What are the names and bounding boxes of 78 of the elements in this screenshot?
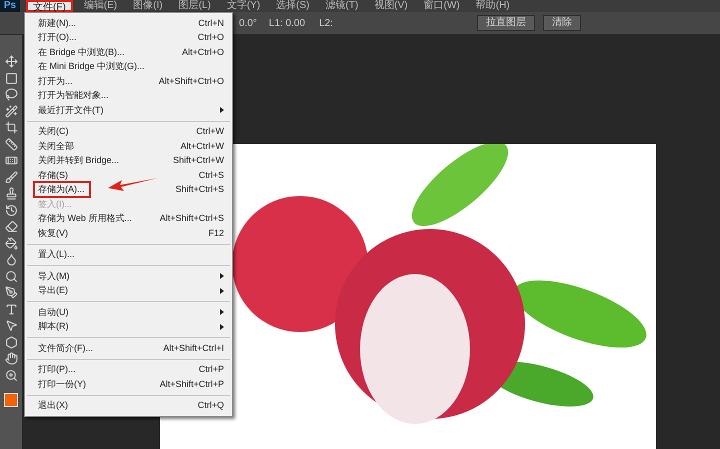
menu-bar-item[interactable]: 滤镜(T)	[320, 0, 364, 12]
menu-bar-item[interactable]: 图层(L)	[174, 0, 216, 12]
shortcut-text: Alt+Ctrl+W	[180, 140, 224, 152]
lasso-icon[interactable]	[4, 88, 18, 101]
option-button[interactable]: 拉直图层	[476, 15, 535, 31]
shortcut-text: Alt+Shift+Ctrl+I	[163, 342, 224, 354]
annotation-arrow	[108, 176, 158, 192]
paint-bucket-icon[interactable]	[4, 236, 18, 250]
eraser-icon[interactable]	[4, 220, 18, 233]
menu-item[interactable]: 存储为 Web 所用格式...	[37, 212, 133, 226]
submenu-arrow-icon	[220, 273, 224, 280]
shortcut-text: Shift+Ctrl+S	[175, 183, 224, 196]
app-logo: Ps	[0, 0, 20, 12]
menu-item[interactable]: 导入(M)	[37, 270, 70, 283]
shortcut-text: Alt+Shift+Ctrl+S	[160, 212, 224, 225]
submenu-arrow-icon	[220, 324, 224, 330]
zoom-icon[interactable]	[4, 368, 18, 382]
shortcut-text: Ctrl+S	[198, 168, 224, 182]
crop-icon[interactable]	[4, 121, 18, 134]
menu-bar-item[interactable]: 选择(S)	[271, 0, 314, 12]
menu-item[interactable]: 打开为智能对象...	[37, 89, 110, 102]
menu-item[interactable]: 置入(L)...	[37, 248, 76, 262]
menu-item[interactable]: 恢复(V)	[37, 226, 69, 240]
bandage-icon[interactable]	[4, 154, 18, 167]
shortcut-text: Alt+Ctrl+O	[182, 46, 224, 58]
history-brush-icon[interactable]	[4, 204, 18, 216]
shortcut-text: Shift+Ctrl+W	[172, 154, 224, 167]
menu-item[interactable]: 最近打开文件(T)	[37, 104, 104, 117]
shortcut-text: Alt+Shift+Ctrl+P	[160, 378, 224, 390]
option-button[interactable]: 清除	[542, 15, 581, 31]
wand-icon[interactable]	[4, 104, 18, 118]
shortcut-text: Ctrl+Q	[198, 399, 224, 412]
menu-bar-item[interactable]: 视图(V)	[369, 0, 413, 12]
shortcut-text: Alt+Shift+Ctrl+O	[158, 74, 224, 88]
shortcut-text: F12	[208, 226, 224, 240]
menu-item[interactable]: 自动(U)	[37, 306, 70, 319]
menu-item[interactable]: 打印一份(Y)	[37, 378, 87, 391]
menu-item[interactable]: 关闭全部	[37, 140, 75, 153]
menu-item[interactable]: 存储为(A)...	[35, 183, 88, 196]
shortcut-text: Ctrl+N	[198, 16, 224, 30]
pointer-icon[interactable]	[4, 319, 18, 332]
shortcut-text: Ctrl+O	[198, 31, 224, 44]
menu-item[interactable]: 打印(P)...	[37, 363, 76, 376]
menu-item[interactable]: 导出(E)	[37, 284, 69, 298]
submenu-arrow-icon	[220, 309, 224, 316]
shortcut-text: Ctrl+W	[196, 125, 224, 138]
length-label: L2:	[319, 16, 333, 30]
menu-item[interactable]: 文件简介(F)...	[37, 342, 94, 355]
menu-item[interactable]: 脚本(R)	[37, 320, 70, 334]
shortcut-text: Ctrl+P	[198, 363, 224, 376]
menu-item[interactable]: 存储(S)	[37, 168, 69, 182]
brush-icon[interactable]	[4, 170, 18, 184]
menu-item[interactable]: 关闭(C)	[37, 125, 70, 138]
menu-item[interactable]: 关闭并转到 Bridge...	[37, 154, 120, 168]
menu-item[interactable]: 新建(N)...	[37, 16, 77, 30]
shape-icon[interactable]	[4, 336, 18, 348]
foreground-color-swatch[interactable]	[4, 393, 18, 407]
submenu-arrow-icon	[220, 107, 224, 114]
droplet-icon[interactable]	[4, 253, 18, 266]
submenu-arrow-icon	[220, 288, 224, 294]
marquee-icon[interactable]	[4, 72, 18, 84]
menu-bar-item[interactable]: 图像(I)	[128, 0, 168, 12]
menu-item[interactable]: 打开(O)...	[37, 31, 78, 44]
menu-item[interactable]: 在 Mini Bridge 中浏览(G)...	[37, 60, 146, 74]
stamp-icon[interactable]	[4, 187, 18, 200]
move-icon[interactable]	[4, 55, 18, 68]
ruler-icon[interactable]	[4, 138, 18, 150]
menu-bar-item[interactable]: 帮助(H)	[470, 0, 515, 12]
hand-icon[interactable]	[4, 352, 18, 365]
menu-item[interactable]: 在 Bridge 中浏览(B)...	[37, 46, 126, 59]
type-icon[interactable]	[4, 302, 18, 316]
pen-icon[interactable]	[4, 286, 18, 299]
menu-item[interactable]: 退出(X)	[37, 399, 69, 412]
length-value: L1: 0.00	[268, 16, 306, 30]
magnifier-icon[interactable]	[4, 270, 18, 282]
menu-bar-item[interactable]: 编辑(E)	[78, 0, 122, 12]
angle-value: 0.0°	[239, 16, 257, 30]
menu-item[interactable]: 打开为...	[37, 74, 74, 88]
